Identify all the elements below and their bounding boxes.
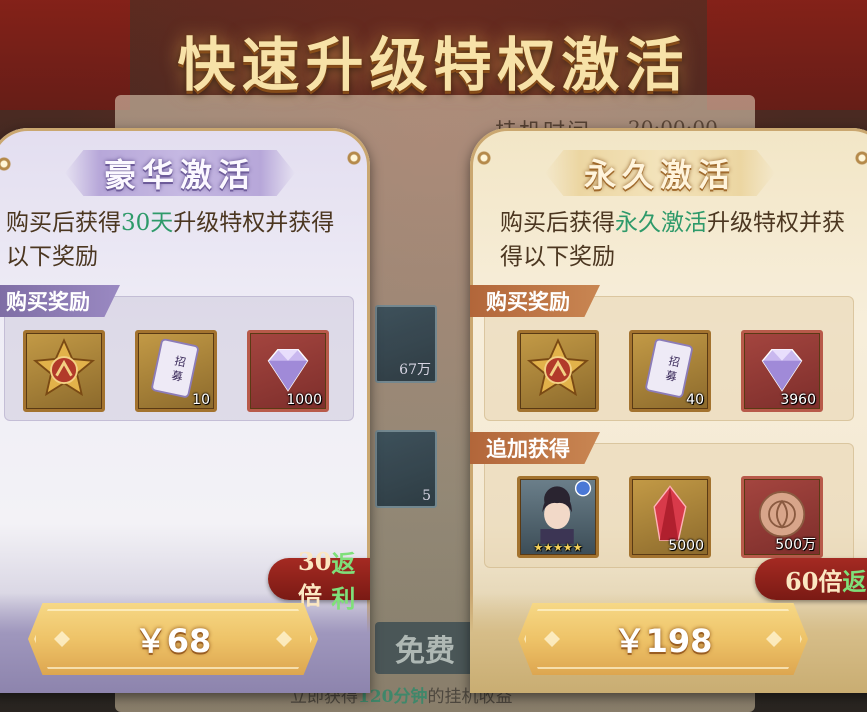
- background-cell: 67万: [375, 305, 437, 383]
- character-star-rating: ★★★★★: [533, 541, 583, 554]
- corner-ornament-icon: [0, 156, 12, 172]
- corner-ornament-icon: [346, 150, 362, 166]
- luxury-card-description: 购买后获得30天升级特权并获得以下奖励: [6, 210, 335, 270]
- reward-item[interactable]: [23, 330, 105, 412]
- background-free-button: 免费: [375, 622, 475, 674]
- reward-quantity: 500万: [775, 537, 816, 553]
- medal-icon: [526, 338, 590, 397]
- luxury-price: ￥68: [134, 622, 212, 660]
- luxury-card-header: 豪华激活: [65, 150, 295, 196]
- luxury-buy-button[interactable]: ￥68: [28, 603, 318, 675]
- corner-ornament-icon: [476, 150, 492, 166]
- luxury-rebate-badge: 30倍 返利: [268, 547, 370, 613]
- permanent-buy-button[interactable]: ￥198: [518, 603, 808, 675]
- reward-item[interactable]: [517, 330, 599, 412]
- permanent-extra-rewards-tag: 追加获得: [470, 432, 600, 464]
- reward-quantity: 5000: [668, 538, 704, 554]
- reward-quantity: 10: [192, 392, 210, 408]
- medal-icon: [32, 338, 96, 397]
- button-ornament-icon: [276, 631, 292, 647]
- button-ornament-icon: [54, 631, 70, 647]
- button-ornament-icon: [544, 631, 560, 647]
- background-cell-value: 5: [422, 488, 431, 504]
- luxury-activation-card: 豪华激活 购买后获得30天升级特权并获得以下奖励 购买奖励 招 募 10 100…: [0, 128, 370, 693]
- luxury-duration-highlight: 30天: [121, 210, 174, 236]
- reward-item[interactable]: 5000: [629, 476, 711, 558]
- background-cell: 5: [375, 430, 437, 508]
- permanent-card-header: 永久激活: [545, 150, 775, 196]
- permanent-card-description: 购买后获得永久激活升级特权并获得以下奖励: [500, 210, 845, 270]
- permanent-duration-highlight: 永久激活: [615, 210, 707, 236]
- permanent-rebate-badge: 60倍返: [755, 558, 867, 600]
- reward-item[interactable]: ★★★★★: [517, 476, 599, 558]
- reward-item[interactable]: 招 募 10: [135, 330, 217, 412]
- page-title: 快速升级特权激活: [177, 31, 690, 99]
- reward-item[interactable]: 500万: [741, 476, 823, 558]
- reward-item[interactable]: 1000: [247, 330, 329, 412]
- reward-item[interactable]: 3960: [741, 330, 823, 412]
- corner-ornament-icon: [854, 150, 867, 166]
- reward-item[interactable]: 招 募 40: [629, 330, 711, 412]
- reward-quantity: 3960: [780, 392, 816, 408]
- permanent-price: ￥198: [613, 622, 713, 660]
- background-cell-value: 67万: [399, 362, 431, 378]
- reward-quantity: 40: [686, 392, 704, 408]
- button-ornament-icon: [766, 631, 782, 647]
- permanent-purchase-rewards-tag: 购买奖励: [470, 285, 600, 317]
- reward-quantity: 1000: [286, 392, 322, 408]
- permanent-activation-card: 永久激活 购买后获得永久激活升级特权并获得以下奖励 购买奖励 招 募 40 39…: [470, 128, 867, 693]
- luxury-purchase-rewards-tag: 购买奖励: [0, 285, 120, 317]
